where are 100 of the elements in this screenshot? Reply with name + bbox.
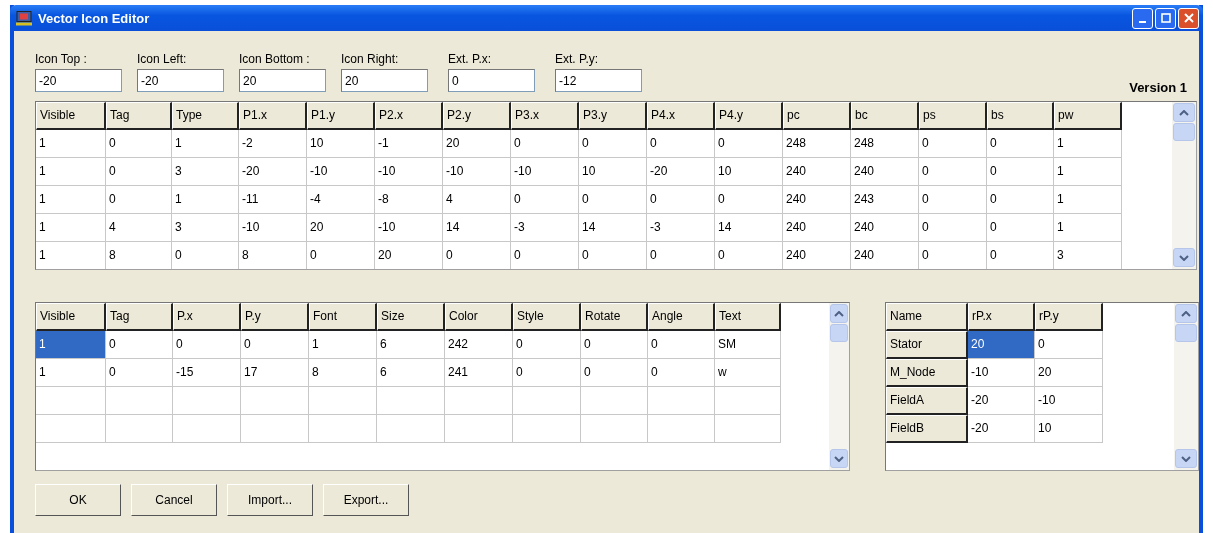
column-header[interactable]: pc: [783, 102, 851, 130]
input-field[interactable]: 20: [239, 69, 326, 92]
column-header[interactable]: P3.y: [579, 102, 647, 130]
column-header[interactable]: bs: [987, 102, 1054, 130]
table-cell: 0: [106, 359, 173, 387]
column-header[interactable]: Visible: [36, 102, 106, 130]
table-cell: 6: [377, 331, 445, 359]
table-cell: 14: [579, 214, 647, 242]
close-button[interactable]: [1178, 7, 1199, 29]
input-field[interactable]: -12: [555, 69, 642, 92]
scroll-down-button[interactable]: [1175, 449, 1197, 468]
table-cell: 8: [106, 242, 172, 269]
table-cell: -20: [968, 387, 1035, 415]
column-header[interactable]: pw: [1054, 102, 1122, 130]
column-header[interactable]: P1.y: [307, 102, 375, 130]
column-header[interactable]: Style: [513, 303, 581, 331]
column-header[interactable]: P2.x: [375, 102, 443, 130]
table-cell: 0: [106, 130, 172, 158]
table-cell: 0: [106, 331, 173, 359]
table-cell: 0: [919, 214, 987, 242]
table-cell: 20: [968, 331, 1035, 359]
dialog-button[interactable]: Import...: [227, 484, 313, 516]
column-header[interactable]: P2.y: [443, 102, 511, 130]
minimize-button[interactable]: [1132, 7, 1153, 29]
column-header[interactable]: P3.x: [511, 102, 579, 130]
column-header[interactable]: P.x: [173, 303, 241, 331]
table-cell: 20: [443, 130, 511, 158]
table-cell: 0: [513, 331, 581, 359]
row-header[interactable]: Stator: [886, 331, 968, 359]
scroll-thumb[interactable]: [1173, 123, 1195, 141]
row-header[interactable]: M_Node: [886, 359, 968, 387]
table-cell: 20: [1035, 359, 1103, 387]
column-header[interactable]: P.y: [241, 303, 309, 331]
column-header[interactable]: rP.y: [1035, 303, 1103, 331]
input-field[interactable]: -20: [137, 69, 224, 92]
table-cell: 0: [307, 242, 375, 269]
column-header[interactable]: Visible: [36, 303, 106, 331]
column-header[interactable]: Type: [172, 102, 239, 130]
column-header[interactable]: Color: [445, 303, 513, 331]
column-header[interactable]: Size: [377, 303, 445, 331]
scroll-up-button[interactable]: [1173, 103, 1195, 122]
table-cell: 1: [36, 158, 106, 186]
column-header[interactable]: P1.x: [239, 102, 307, 130]
table-cell: SM: [715, 331, 781, 359]
table-cell: 248: [851, 130, 919, 158]
scroll-thumb[interactable]: [1175, 324, 1197, 342]
column-header[interactable]: Tag: [106, 102, 172, 130]
dialog-button[interactable]: Cancel: [131, 484, 217, 516]
scrollbar[interactable]: [1172, 102, 1196, 269]
table-cell: 0: [919, 186, 987, 214]
table-cell: 0: [579, 242, 647, 269]
column-header[interactable]: ps: [919, 102, 987, 130]
column-header[interactable]: P4.x: [647, 102, 715, 130]
column-header[interactable]: Name: [886, 303, 968, 331]
table-cell: 4: [443, 186, 511, 214]
table-cell: 248: [783, 130, 851, 158]
row-header[interactable]: FieldA: [886, 387, 968, 415]
scrollbar[interactable]: [1174, 303, 1198, 470]
table-cell: 1: [1054, 130, 1122, 158]
table-cell: 0: [987, 130, 1054, 158]
scroll-down-button[interactable]: [1173, 248, 1195, 267]
table-cell: 0: [443, 242, 511, 269]
table-cell: 1: [1054, 214, 1122, 242]
input-field[interactable]: 0: [448, 69, 535, 92]
dialog-button[interactable]: OK: [35, 484, 121, 516]
table-cell: -10: [375, 158, 443, 186]
column-header[interactable]: Text: [715, 303, 781, 331]
scroll-down-button[interactable]: [830, 449, 848, 468]
column-header[interactable]: Angle: [648, 303, 715, 331]
version-label: Version 1: [1129, 80, 1187, 95]
scrollbar[interactable]: [829, 303, 849, 470]
column-header[interactable]: Tag: [106, 303, 173, 331]
table-cell: 240: [851, 214, 919, 242]
table-cell: 0: [715, 186, 783, 214]
scroll-up-button[interactable]: [1175, 304, 1197, 323]
column-header[interactable]: Font: [309, 303, 377, 331]
table-cell: -2: [239, 130, 307, 158]
scroll-thumb[interactable]: [830, 324, 848, 342]
scroll-up-button[interactable]: [830, 304, 848, 323]
table-cell: -20: [239, 158, 307, 186]
dialog-button[interactable]: Export...: [323, 484, 409, 516]
table-cell: 0: [987, 158, 1054, 186]
table-cell: 1: [36, 186, 106, 214]
column-header[interactable]: bc: [851, 102, 919, 130]
table-cell: 0: [173, 331, 241, 359]
column-header[interactable]: rP.x: [968, 303, 1035, 331]
column-header[interactable]: Rotate: [581, 303, 648, 331]
field-label: Icon Right:: [341, 51, 400, 68]
column-header[interactable]: P4.y: [715, 102, 783, 130]
maximize-button[interactable]: [1155, 7, 1176, 29]
table-cell: -3: [511, 214, 579, 242]
close-icon: [1183, 13, 1194, 23]
field-label: Icon Top :: [35, 51, 88, 68]
table-cell: 1: [36, 214, 106, 242]
row-header[interactable]: FieldB: [886, 415, 968, 443]
input-field[interactable]: -20: [35, 69, 122, 92]
table-cell: 14: [443, 214, 511, 242]
table-cell: 1: [36, 359, 106, 387]
table-cell: 1: [172, 186, 239, 214]
input-field[interactable]: 20: [341, 69, 428, 92]
